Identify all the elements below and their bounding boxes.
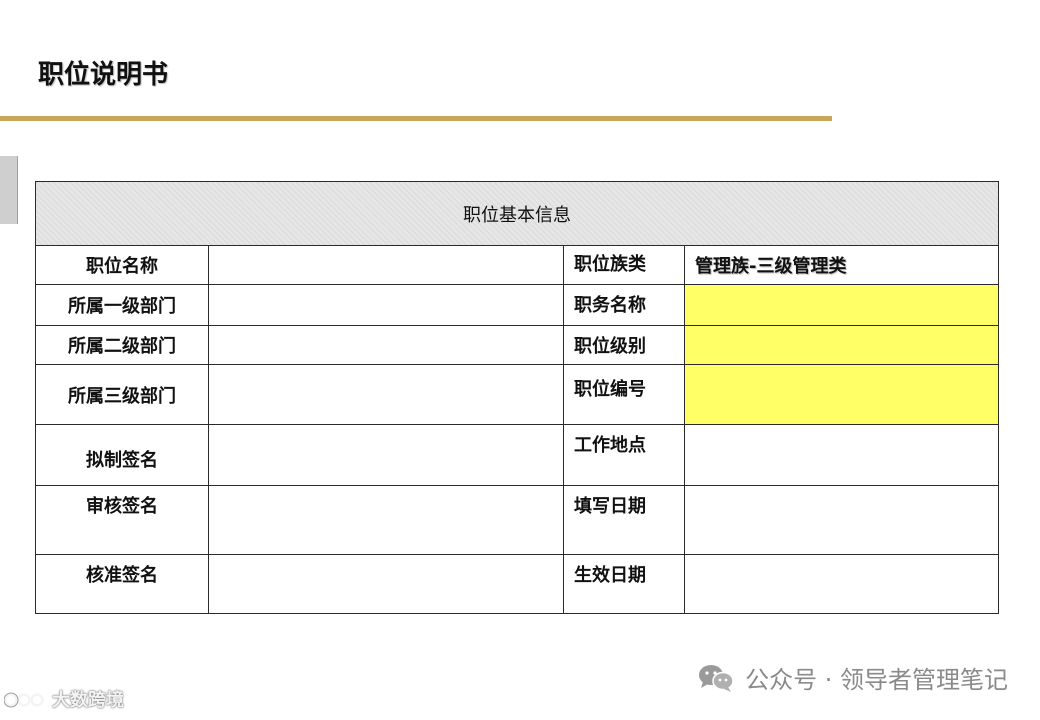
label-level2-dept: 所属二级部门 — [35, 325, 209, 365]
table-row: 审核签名 填写日期 — [35, 485, 999, 555]
value-approver-signature[interactable] — [208, 554, 564, 614]
title-underline — [0, 116, 832, 121]
value-drafter-signature[interactable] — [208, 424, 564, 486]
label-effective-date: 生效日期 — [563, 554, 685, 614]
value-level2-dept[interactable] — [208, 325, 564, 365]
table-header-row: 职位基本信息 — [35, 181, 999, 246]
table-row: 所属三级部门 职位编号 — [35, 364, 999, 425]
brand-text: 大数跨境 — [52, 690, 124, 711]
table-row: 职位名称 职位族类 管理族-三级管理类 — [35, 245, 999, 285]
table-header: 职位基本信息 — [35, 181, 999, 246]
label-position-name: 职位名称 — [35, 245, 209, 285]
value-fill-date[interactable] — [684, 485, 999, 555]
value-position-family[interactable]: 管理族-三级管理类 — [684, 245, 999, 285]
value-reviewer-signature[interactable] — [208, 485, 564, 555]
label-reviewer-signature: 审核签名 — [35, 485, 209, 555]
value-position-grade[interactable] — [684, 325, 999, 365]
table-row: 拟制签名 工作地点 — [35, 424, 999, 486]
table-row: 所属一级部门 职务名称 — [35, 284, 999, 326]
label-work-location: 工作地点 — [563, 424, 685, 486]
wechat-icon — [699, 664, 734, 692]
label-position-code: 职位编号 — [563, 364, 685, 425]
label-level3-dept: 所属三级部门 — [35, 364, 209, 425]
label-level1-dept: 所属一级部门 — [35, 284, 209, 326]
wechat-watermark: 公众号 · 领导者管理笔记 — [697, 660, 1008, 695]
page-title: 职位说明书 — [38, 60, 169, 90]
label-position-family: 职位族类 — [563, 245, 685, 285]
value-level1-dept[interactable] — [208, 284, 564, 326]
label-drafter-signature: 拟制签名 — [35, 424, 209, 486]
value-work-location[interactable] — [684, 424, 999, 486]
table-row: 核准签名 生效日期 — [35, 554, 999, 614]
label-fill-date: 填写日期 — [563, 485, 685, 555]
value-position-code[interactable] — [684, 364, 999, 425]
value-job-title[interactable] — [684, 284, 999, 326]
position-info-table: 职位基本信息 职位名称 职位族类 管理族-三级管理类 所属一级部门 职务名称 所… — [35, 181, 999, 614]
table-row: 所属二级部门 职位级别 — [35, 325, 999, 365]
value-effective-date[interactable] — [684, 554, 999, 614]
brand-watermark: 大数跨境 — [4, 686, 124, 712]
label-job-title: 职务名称 — [563, 284, 685, 326]
label-position-grade: 职位级别 — [563, 325, 685, 365]
watermark-text: 公众号 · 领导者管理笔记 — [745, 666, 1008, 694]
brand-logo-icon — [4, 692, 44, 708]
side-tab — [0, 156, 18, 224]
value-position-name[interactable] — [208, 245, 564, 285]
label-approver-signature: 核准签名 — [35, 554, 209, 614]
value-level3-dept[interactable] — [208, 364, 564, 425]
